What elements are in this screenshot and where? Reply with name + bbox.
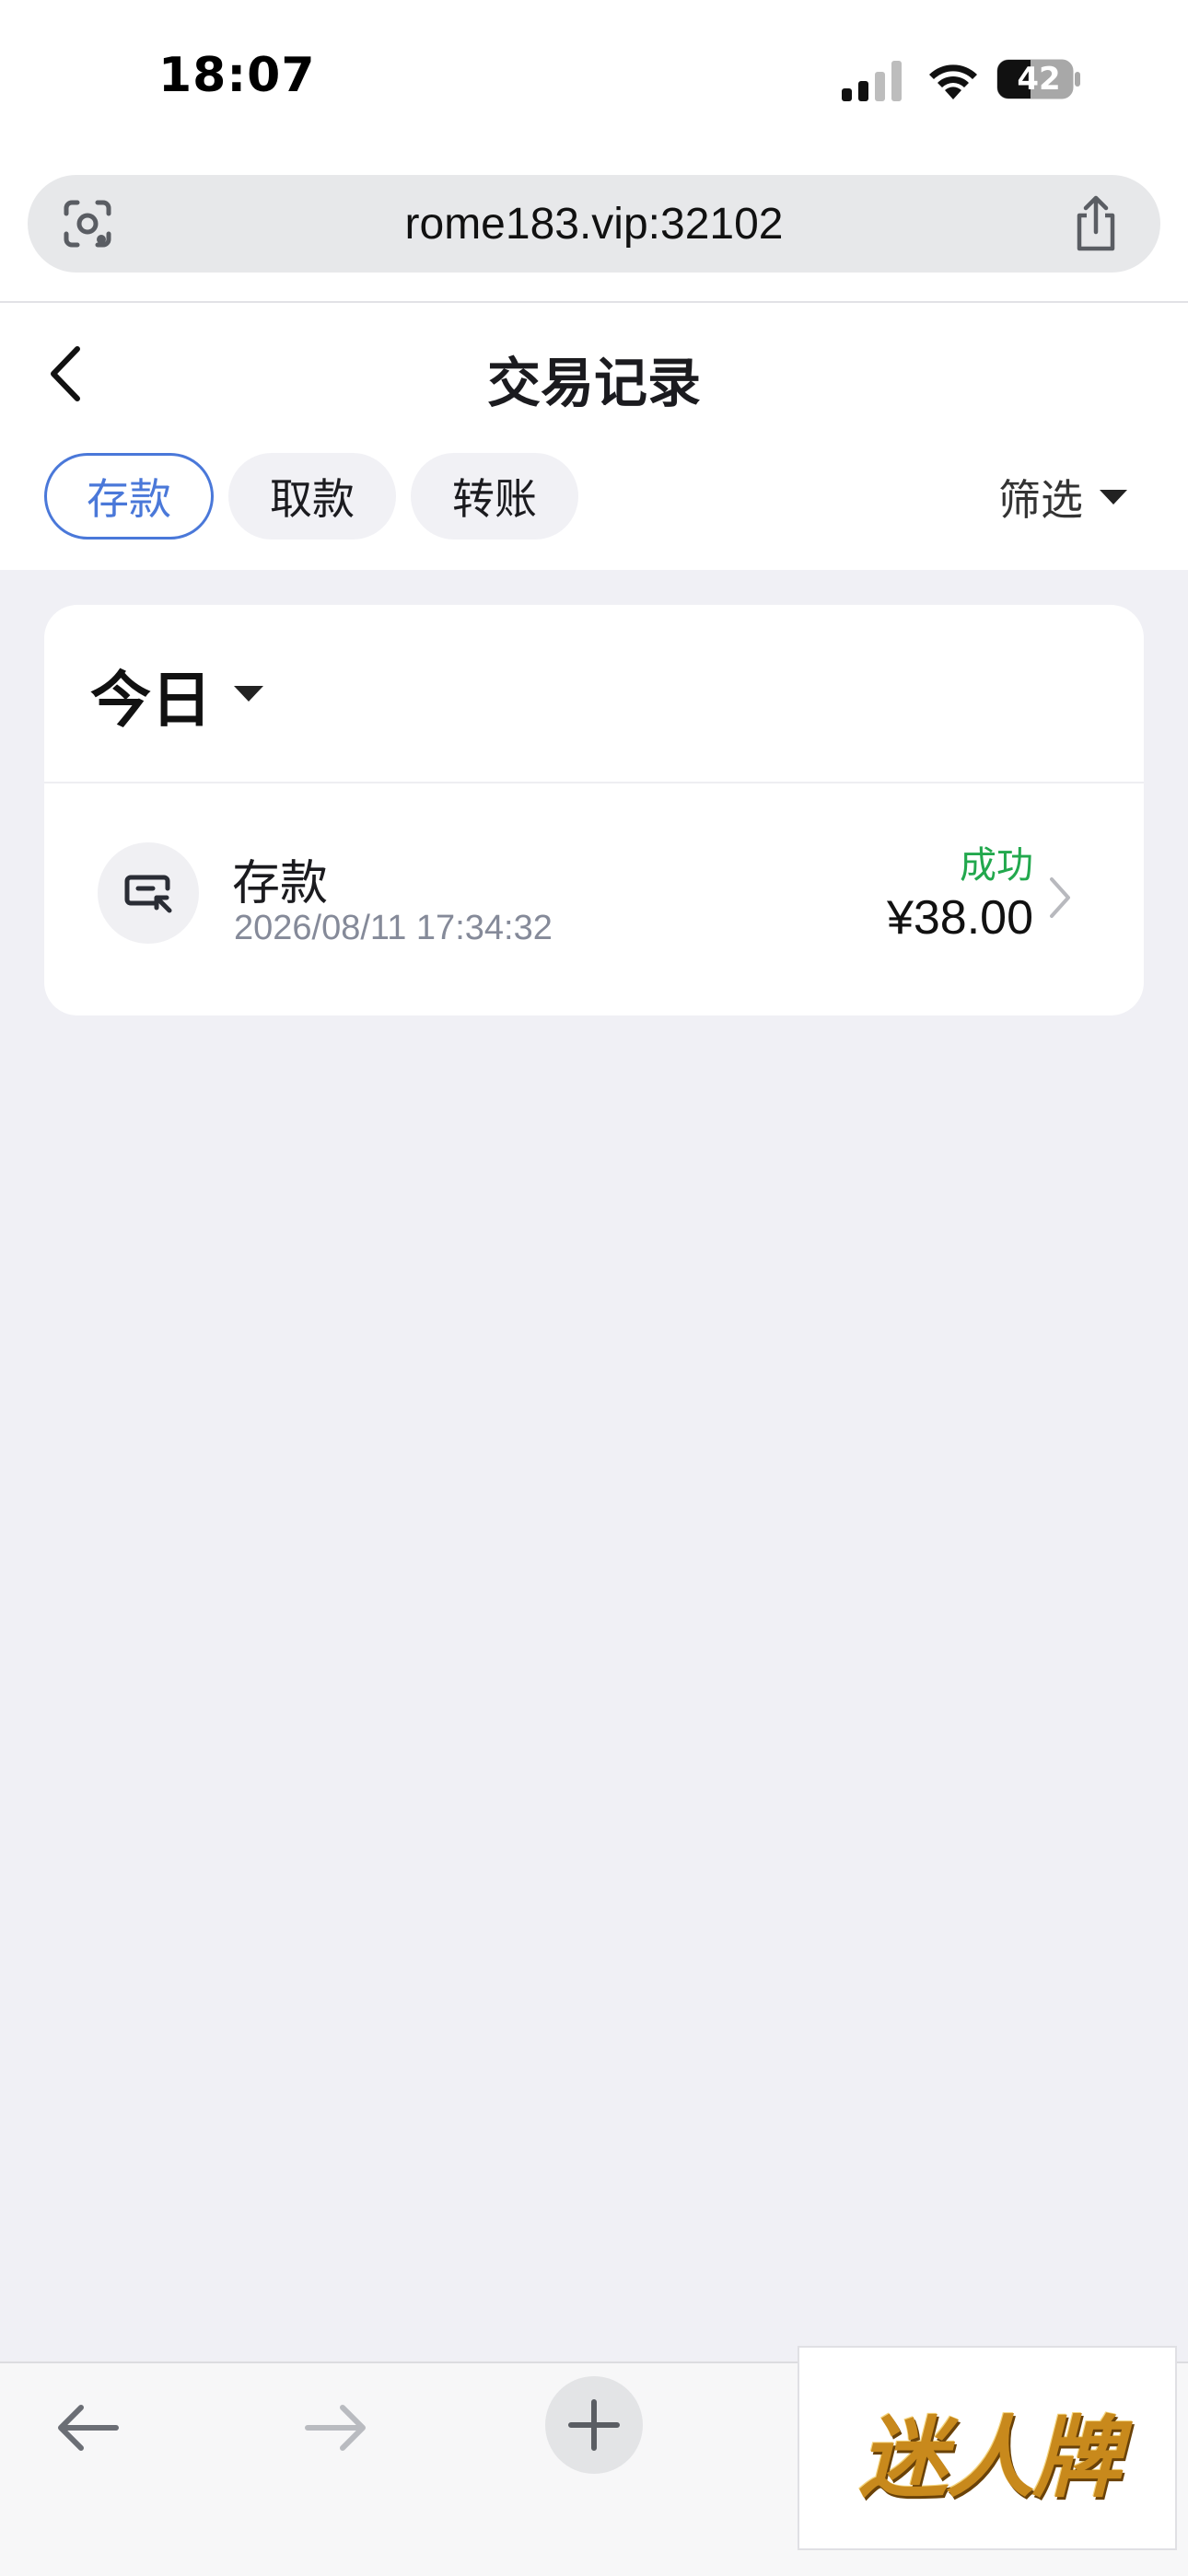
day-selector[interactable]: 今日 bbox=[44, 605, 1144, 783]
deposit-icon bbox=[98, 842, 199, 944]
chevron-right-icon bbox=[1050, 877, 1070, 918]
transaction-amount: ¥38.00 bbox=[886, 891, 1033, 945]
brand-watermark: 迷人牌 bbox=[798, 2346, 1177, 2550]
new-tab-button[interactable] bbox=[545, 2376, 643, 2474]
records-card: 今日 存款 2026/08/11 17:34:32 成功 ¥38.00 bbox=[44, 605, 1144, 1015]
plus-icon bbox=[568, 2399, 620, 2451]
watermark-text: 迷人牌 bbox=[859, 2406, 1121, 2510]
filter-label: 筛选 bbox=[998, 475, 1083, 525]
status-bar: 18:07 42 bbox=[0, 0, 1188, 161]
tab-deposit[interactable]: 存款 bbox=[44, 453, 214, 540]
wifi-icon bbox=[929, 64, 977, 99]
battery-level: 42 bbox=[1017, 61, 1061, 98]
filter-button[interactable]: 筛选 bbox=[998, 465, 1127, 529]
day-label[interactable]: 今日 bbox=[90, 651, 212, 739]
share-icon[interactable] bbox=[1070, 195, 1122, 252]
battery-icon: 42 bbox=[996, 59, 1081, 99]
caret-down-icon[interactable] bbox=[234, 686, 263, 702]
page-title: 交易记录 bbox=[486, 352, 701, 414]
tab-withdraw[interactable]: 取款 bbox=[228, 453, 396, 540]
app-header: 交易记录 存款 取款 转账 筛选 bbox=[0, 303, 1188, 570]
lens-icon[interactable] bbox=[61, 199, 114, 250]
caret-down-icon bbox=[1100, 490, 1127, 505]
url-text[interactable]: rome183.vip:32102 bbox=[28, 175, 1160, 273]
nav-back-icon[interactable] bbox=[53, 2402, 120, 2454]
tab-transfer[interactable]: 转账 bbox=[411, 453, 578, 540]
transaction-status: 成功 bbox=[960, 844, 1033, 887]
transaction-row[interactable]: 存款 2026/08/11 17:34:32 成功 ¥38.00 bbox=[44, 783, 1144, 1015]
cellular-signal-icon bbox=[842, 61, 902, 101]
url-bar[interactable]: rome183.vip:32102 bbox=[28, 175, 1160, 273]
transaction-datetime: 2026/08/11 17:34:32 bbox=[234, 909, 553, 947]
status-time: 18:07 bbox=[158, 48, 316, 103]
transaction-type: 存款 bbox=[232, 856, 329, 911]
nav-forward-icon[interactable] bbox=[304, 2402, 370, 2454]
